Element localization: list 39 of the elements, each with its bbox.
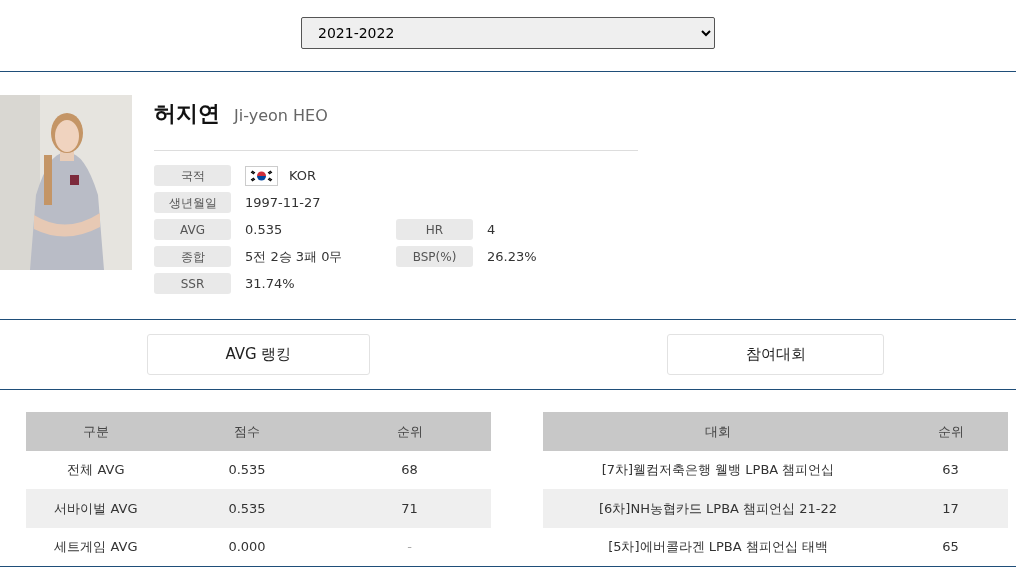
table-cell: 17 xyxy=(893,489,1008,528)
column-header: 대회 xyxy=(543,412,893,451)
table-cell: 0.535 xyxy=(166,450,328,489)
player-name: 허지연 xyxy=(154,101,220,126)
column-header: 순위 xyxy=(893,412,1008,451)
field-label: AVG xyxy=(154,219,231,240)
column-header: 순위 xyxy=(328,412,491,451)
field-label: HR xyxy=(396,219,473,240)
field-label: BSP(%) xyxy=(396,246,473,267)
field-label: 생년월일 xyxy=(154,192,231,213)
field-value: 0.535 xyxy=(245,220,283,239)
table-cell: 세트게임 AVG xyxy=(26,527,166,566)
table-cell: 68 xyxy=(328,450,491,489)
table-cell: 65 xyxy=(893,527,1008,566)
column-header: 구분 xyxy=(26,412,166,451)
field-value: 4 xyxy=(487,220,496,239)
table-cell: 서바이벌 AVG xyxy=(26,489,166,528)
table-cell: 71 xyxy=(328,489,491,528)
field-value: 26.23% xyxy=(487,247,537,266)
field-label: SSR xyxy=(154,273,231,294)
tab-button[interactable]: 참여대회 xyxy=(667,334,884,375)
field-label: 국적 xyxy=(154,165,231,186)
table-cell: 전체 AVG xyxy=(26,450,166,489)
table-cell: 63 xyxy=(893,450,1008,489)
field-value: 5전 2승 3패 0무 xyxy=(245,247,343,266)
field-value: 1997-11-27 xyxy=(245,193,321,212)
table-cell: - xyxy=(328,527,491,566)
field-value: 31.74% xyxy=(245,274,295,293)
tab-button[interactable]: AVG 랭킹 xyxy=(147,334,370,375)
player-name-english: Ji-yeon HEO xyxy=(234,106,328,125)
field-value: KOR xyxy=(289,166,317,185)
table-cell: [6차]NH농협카드 LPBA 챔피언십 21-22 xyxy=(543,489,893,528)
field-label: 종합 xyxy=(154,246,231,267)
table-cell: 0.000 xyxy=(166,527,328,566)
column-header: 점수 xyxy=(166,412,328,451)
season-select[interactable]: 2021-2022 xyxy=(301,17,715,49)
table-cell: [5차]에버콜라겐 LPBA 챔피언십 태백 xyxy=(543,527,893,566)
table-cell: 0.535 xyxy=(166,489,328,528)
table-cell: [7차]웰컴저축은행 웰뱅 LPBA 챔피언십 xyxy=(543,450,893,489)
